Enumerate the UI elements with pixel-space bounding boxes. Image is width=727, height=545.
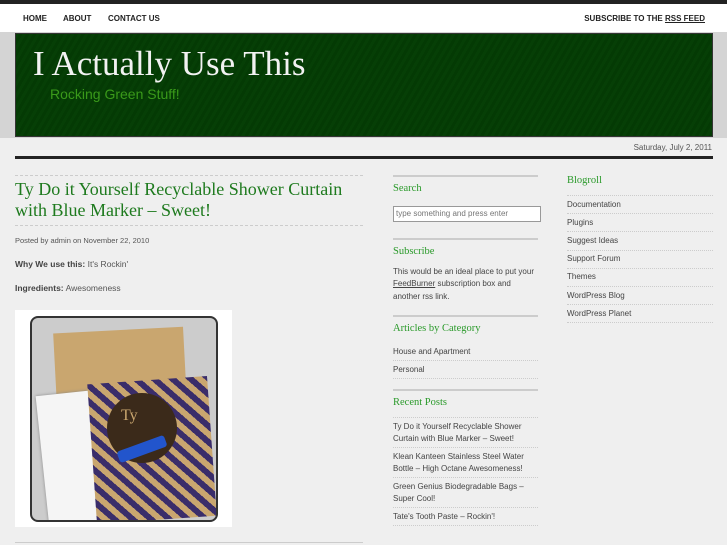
- image-frame: Ty: [30, 316, 218, 522]
- blogroll-link[interactable]: Plugins: [567, 214, 713, 233]
- rss-feed-link[interactable]: RSS FEED: [665, 14, 705, 23]
- feedburner-link[interactable]: FeedBurner: [393, 279, 435, 288]
- site-title[interactable]: I Actually Use This: [33, 44, 306, 84]
- top-nav: HOME ABOUT CONTACT US SUBSCRIBE TO THE R…: [0, 4, 727, 32]
- subscribe-heading: Subscribe: [393, 245, 435, 257]
- blogroll-link[interactable]: Suggest Ideas: [567, 232, 713, 251]
- divider: [15, 156, 713, 159]
- why-value: It's Rockin': [87, 259, 129, 269]
- divider: [15, 542, 363, 543]
- subscribe-text-before: This would be an ideal place to put your: [393, 266, 534, 276]
- why-label: Why We use this:: [15, 259, 86, 269]
- site-tagline: Rocking Green Stuff!: [50, 86, 180, 102]
- nav-contact[interactable]: CONTACT US: [108, 14, 160, 23]
- blogroll-heading: Blogroll: [567, 175, 603, 186]
- recent-post-link[interactable]: Tate's Tooth Paste – Rockin'!: [393, 508, 538, 526]
- blogroll-link[interactable]: WordPress Blog: [567, 287, 713, 306]
- divider: [15, 225, 363, 226]
- search-widget: Search: [393, 175, 541, 238]
- category-link[interactable]: House and Apartment: [393, 343, 538, 361]
- search-heading: Search: [393, 183, 422, 194]
- subscribe-rss: SUBSCRIBE TO THE RSS FEED: [584, 14, 705, 23]
- recent-post-link[interactable]: Ty Do it Yourself Recyclable Shower Curt…: [393, 417, 538, 448]
- recent-posts-widget: Recent Posts Ty Do it Yourself Recyclabl…: [393, 389, 538, 526]
- categories-heading: Articles by Category: [393, 323, 481, 334]
- subscribe-text: This would be an ideal place to put your…: [393, 266, 538, 304]
- site-header: I Actually Use This Rocking Green Stuff!: [15, 33, 713, 137]
- nav-about[interactable]: ABOUT: [63, 14, 91, 23]
- ingredients-line: Ingredients: Awesomeness: [15, 283, 363, 293]
- post-title[interactable]: Ty Do it Yourself Recyclable Shower Curt…: [15, 176, 363, 225]
- product-image[interactable]: Ty: [15, 310, 232, 527]
- current-date: Saturday, July 2, 2011: [633, 143, 712, 152]
- recent-post-link[interactable]: Klean Kanteen Stainless Steel Water Bott…: [393, 448, 538, 478]
- why-line: Why We use this: It's Rockin': [15, 259, 363, 269]
- post-meta: Posted by admin on November 22, 2010: [15, 236, 150, 245]
- recent-post-link[interactable]: Green Genius Biodegradable Bags – Super …: [393, 478, 538, 508]
- post: Ty Do it Yourself Recyclable Shower Curt…: [15, 175, 363, 527]
- subscribe-prefix: SUBSCRIBE TO THE: [584, 14, 663, 23]
- ingredients-value: Awesomeness: [65, 283, 121, 293]
- blogroll-link[interactable]: WordPress Planet: [567, 305, 713, 324]
- blogroll-link[interactable]: Documentation: [567, 195, 713, 215]
- sidebar-left: Search Subscribe This would be an ideal …: [393, 175, 541, 536]
- search-input[interactable]: [393, 205, 541, 222]
- recent-posts-heading: Recent Posts: [393, 397, 447, 408]
- category-link[interactable]: Personal: [393, 361, 538, 379]
- blogroll-link[interactable]: Themes: [567, 269, 713, 287]
- sidebar-right: Blogroll Documentation Plugins Suggest I…: [567, 175, 713, 333]
- categories-widget: Articles by Category House and Apartment…: [393, 315, 538, 379]
- nav-home[interactable]: HOME: [23, 14, 47, 23]
- ingredients-label: Ingredients:: [15, 283, 64, 293]
- subscribe-widget: Subscribe This would be an ideal place t…: [393, 237, 538, 304]
- blogroll-link[interactable]: Support Forum: [567, 251, 713, 269]
